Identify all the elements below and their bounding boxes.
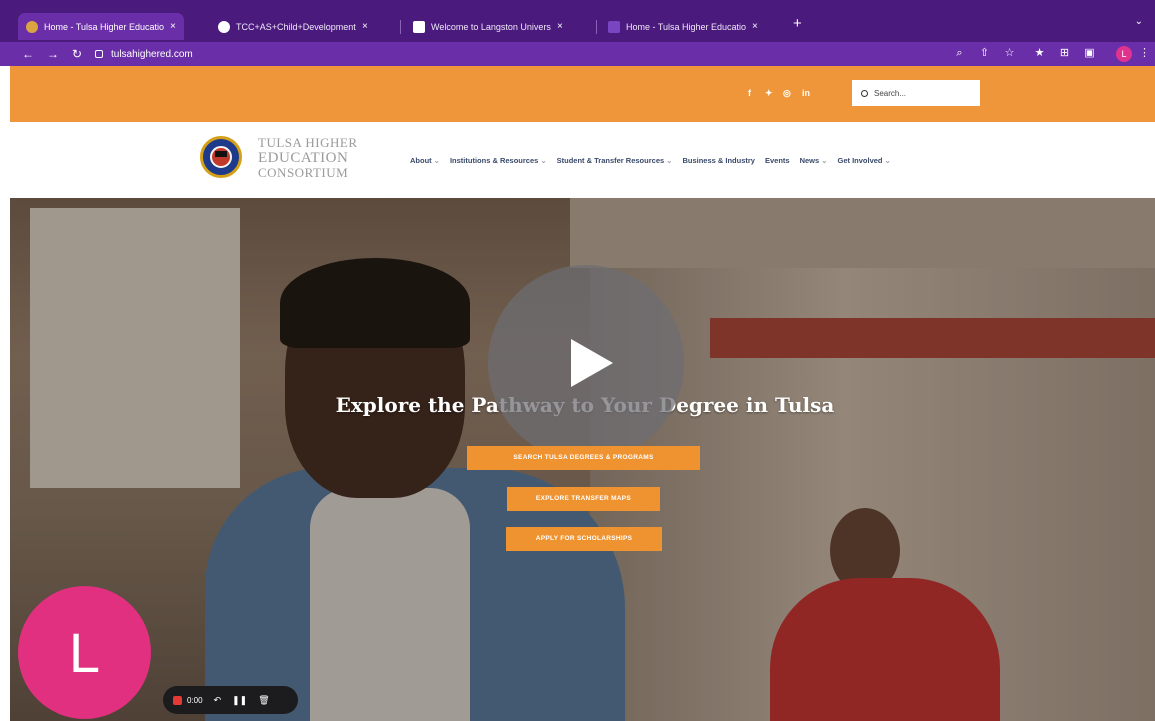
browser-tab-bar: Home - Tulsa Higher Educatio × TCC+AS+Ch… <box>0 0 1155 42</box>
nav-item-events[interactable]: Events <box>765 156 790 165</box>
side-panel-icon[interactable]: ▣ <box>1083 47 1096 60</box>
logo-line: CONSORTIUM <box>258 165 349 180</box>
stop-recording-icon[interactable] <box>173 695 182 705</box>
zoom-search-icon[interactable]: ⌕ <box>953 47 966 60</box>
tab-tulsa-home-2[interactable]: Home - Tulsa Higher Educatio × <box>600 13 766 40</box>
forward-arrow-icon[interactable]: → <box>47 46 59 62</box>
tab-label: Home - Tulsa Higher Educatio <box>626 21 746 32</box>
play-icon <box>571 339 613 387</box>
globe-icon <box>218 20 230 33</box>
tab-label: Welcome to Langston Universi <box>431 21 551 32</box>
logo-line: EDUCATION <box>258 150 349 166</box>
logo-line: TULSA HIGHER <box>258 135 358 150</box>
chevron-down-icon: ⌄ <box>821 156 828 165</box>
pause-icon[interactable]: ❚❚ <box>232 695 247 706</box>
recording-timer: 0:00 <box>187 695 203 705</box>
close-icon[interactable]: × <box>752 21 758 32</box>
nav-item-news[interactable]: News ⌄ <box>800 156 828 165</box>
lock-icon <box>95 50 103 58</box>
back-arrow-icon[interactable]: ← <box>22 46 34 62</box>
tab-search-chevron-icon[interactable]: ⌄ <box>1135 16 1143 27</box>
tab-favicon-icon <box>413 20 425 33</box>
nav-item-business-industry[interactable]: Business & Industry <box>682 156 755 165</box>
bookmark-star-icon[interactable]: ☆ <box>1003 47 1016 60</box>
profile-avatar[interactable]: L <box>1116 46 1132 62</box>
nav-label: Institutions & Resources <box>449 156 539 165</box>
tab-favicon-icon <box>26 20 38 33</box>
explore-transfer-maps-button[interactable]: Explore Transfer Maps <box>507 487 660 511</box>
apply-scholarships-button[interactable]: Apply for Scholarships <box>506 527 662 551</box>
linkedin-icon[interactable]: in <box>802 88 810 98</box>
close-icon[interactable]: × <box>557 21 563 32</box>
nav-label: News <box>799 156 820 165</box>
close-icon[interactable]: × <box>362 21 368 32</box>
nav-item-student-transfer-resources[interactable]: Student & Transfer Resources ⌄ <box>557 156 673 165</box>
nav-label: Business & Industry <box>682 156 755 165</box>
chevron-down-icon: ⌄ <box>433 156 440 165</box>
nav-label: About <box>410 156 432 165</box>
recorder-camera-bubble[interactable]: L <box>18 586 151 719</box>
tab-tcc-child-development[interactable]: TCC+AS+Child+Development × <box>210 13 376 40</box>
close-icon[interactable]: × <box>170 21 176 32</box>
tab-favicon-icon <box>608 20 620 33</box>
chevron-down-icon: ⌄ <box>666 156 673 165</box>
address-bar[interactable]: tulsahighered.com <box>95 45 925 63</box>
restart-icon[interactable]: ↶ <box>214 695 222 706</box>
menu-kebab-icon[interactable]: ⋮ <box>1138 47 1151 60</box>
trash-icon[interactable]: 🗑 <box>258 695 269 706</box>
facebook-icon[interactable]: f <box>748 88 751 98</box>
tab-label: Home - Tulsa Higher Educatio <box>44 21 164 32</box>
recorder-control-bar: 0:00 ↶ ❚❚ 🗑 <box>163 686 298 714</box>
share-icon[interactable]: ⇧ <box>978 47 991 60</box>
tab-divider <box>400 20 401 34</box>
tab-tulsa-home[interactable]: Home - Tulsa Higher Educatio × <box>18 13 184 40</box>
browser-toolbar: ← → ↻ tulsahighered.com ⌕ ⇧ ☆ ★ ⊞ ▣ L ⋮ <box>0 42 1155 66</box>
tab-divider <box>596 20 597 34</box>
search-placeholder: Search... <box>874 88 907 98</box>
search-icon <box>861 89 868 97</box>
site-header: TULSA HIGHER EDUCATION CONSORTIUM About ⌄… <box>10 122 1155 198</box>
extension-icon[interactable]: ⊞ <box>1058 47 1071 60</box>
chevron-down-icon: ⌄ <box>884 156 891 165</box>
site-top-bar: f ✦ ◎ in Search... <box>10 66 1155 122</box>
new-tab-button[interactable]: + <box>793 15 802 32</box>
nav-label: Get Involved <box>837 156 883 165</box>
twitter-icon[interactable]: ✦ <box>765 88 773 99</box>
main-navigation: About ⌄ Institutions & Resources ⌄ Student… <box>410 156 901 165</box>
nav-label: Student & Transfer Resources <box>556 156 665 165</box>
video-play-button[interactable] <box>488 265 684 461</box>
tab-langston-university[interactable]: Welcome to Langston Universi × <box>405 13 571 40</box>
site-logo-text[interactable]: TULSA HIGHER EDUCATION CONSORTIUM <box>258 136 358 180</box>
seal-center <box>210 146 232 168</box>
consortium-seal-logo[interactable] <box>200 136 242 178</box>
extension-pin-icon[interactable]: ★ <box>1033 47 1046 60</box>
screen: Home - Tulsa Higher Educatio × TCC+AS+Ch… <box>0 0 1155 721</box>
nav-item-get-involved[interactable]: Get Involved ⌄ <box>837 156 890 165</box>
tab-label: TCC+AS+Child+Development <box>236 21 356 32</box>
instagram-icon[interactable]: ◎ <box>783 88 791 99</box>
nav-label: Events <box>764 156 790 165</box>
nav-item-institutions-resources[interactable]: Institutions & Resources ⌄ <box>450 156 547 165</box>
url-text: tulsahighered.com <box>111 48 193 60</box>
site-search-input[interactable]: Search... <box>852 80 980 106</box>
chevron-down-icon: ⌄ <box>540 156 547 165</box>
graduation-cap-icon <box>215 151 227 157</box>
reload-icon[interactable]: ↻ <box>72 46 82 62</box>
nav-item-about[interactable]: About ⌄ <box>410 156 440 165</box>
search-degrees-button[interactable]: Search Tulsa Degrees & Programs <box>467 446 700 470</box>
